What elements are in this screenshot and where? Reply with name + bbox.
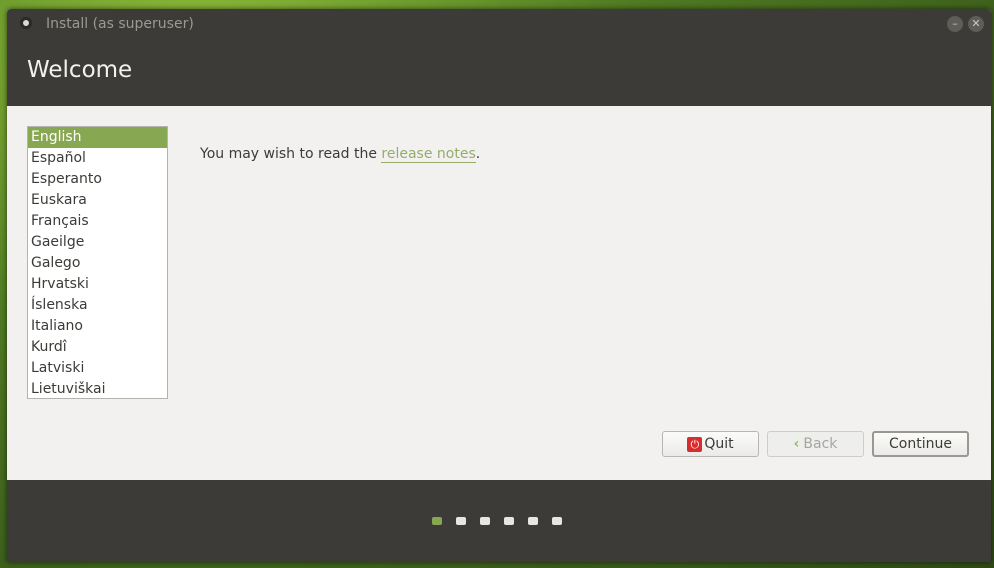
power-icon: ⏻ — [687, 436, 703, 452]
page-header: Welcome — [7, 39, 991, 106]
language-item[interactable]: Gaeilge — [28, 232, 167, 253]
footer — [7, 480, 991, 562]
language-list[interactable]: English Español Esperanto Euskara Français Ga… — [27, 126, 168, 399]
language-item[interactable]: Lietuviškai — [28, 379, 167, 398]
release-notes-text: You may wish to read the release notes. — [200, 146, 481, 163]
continue-button[interactable]: Continue — [872, 431, 969, 457]
back-button[interactable]: ‹ Back — [767, 431, 864, 457]
quit-label: Quit — [704, 436, 734, 452]
language-item[interactable]: Français — [28, 211, 167, 232]
progress-dots — [432, 517, 576, 525]
language-item[interactable]: Italiano — [28, 316, 167, 337]
language-item[interactable]: Latviski — [28, 358, 167, 379]
close-icon[interactable]: ✕ — [968, 16, 984, 32]
progress-dot — [432, 517, 442, 525]
quit-button[interactable]: ⏻ Quit — [662, 431, 759, 457]
language-item[interactable]: Euskara — [28, 190, 167, 211]
app-icon[interactable] — [20, 17, 32, 29]
progress-dot — [528, 517, 538, 525]
progress-dot — [504, 517, 514, 525]
release-notes-link[interactable]: release notes — [381, 146, 476, 163]
continue-label: Continue — [889, 436, 952, 452]
intro-suffix: . — [475, 146, 481, 162]
language-item[interactable]: Galego — [28, 253, 167, 274]
back-label: Back — [803, 436, 838, 452]
titlebar: Install (as superuser) – ✕ — [7, 9, 991, 39]
minimize-icon[interactable]: – — [947, 16, 963, 32]
language-item[interactable]: English — [28, 127, 167, 148]
page-title: Welcome — [27, 57, 133, 83]
progress-dot — [552, 517, 562, 525]
progress-dot — [456, 517, 466, 525]
progress-dot — [480, 517, 490, 525]
language-item[interactable]: Esperanto — [28, 169, 167, 190]
window-title: Install (as superuser) — [46, 16, 194, 32]
language-item[interactable]: Kurdî — [28, 337, 167, 358]
language-item[interactable]: Español — [28, 148, 167, 169]
language-item[interactable]: Hrvatski — [28, 274, 167, 295]
installer-window: Install (as superuser) – ✕ Welcome Engli… — [7, 9, 991, 562]
language-item[interactable]: Íslenska — [28, 295, 167, 316]
intro-prefix: You may wish to read the — [200, 146, 382, 162]
chevron-left-icon: ‹ — [793, 436, 800, 452]
